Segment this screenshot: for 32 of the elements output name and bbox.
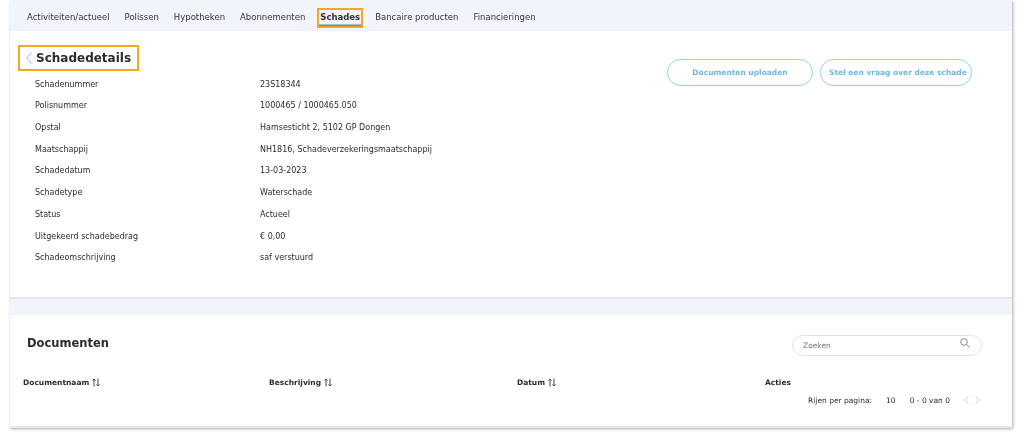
field-label: Schadeomschrijving [35, 253, 117, 263]
sort-icon[interactable] [548, 377, 557, 387]
field-label: Schadetype [35, 188, 84, 198]
field-value: Actueel [260, 209, 290, 219]
field-value: NH1816, Schadeverzekeringsmaatschappij [260, 144, 432, 154]
field-value: € 0,00 [260, 231, 286, 241]
field-value: Hamsesticht 2, 5102 GP Dongen [260, 123, 391, 133]
back-icon[interactable] [26, 52, 32, 65]
sort-icon[interactable] [324, 377, 333, 387]
nav-tab[interactable]: Activiteiten/actueel [24, 8, 113, 28]
section-title: Documenten [27, 336, 109, 351]
nav-tab[interactable]: Financieringen [470, 8, 539, 28]
field-label: Status [35, 209, 62, 219]
nav-tab[interactable]: Polissen [121, 8, 162, 28]
field-label: Uitgekeerd schadebedrag [35, 231, 140, 241]
nav-tab[interactable]: Hypotheken [170, 8, 229, 28]
field-value: saf verstuurd [260, 253, 314, 263]
field-label: Schadenummer [35, 79, 100, 89]
field-value: 1000465 / 1000465.050 [260, 101, 357, 111]
nav-tab[interactable]: Abonnementen [237, 8, 309, 28]
field-value: 23S18344 [260, 79, 301, 89]
page-title: Schadedetails [18, 45, 140, 72]
field-value: Waterschade [260, 188, 313, 198]
field-label: Opstal [35, 123, 62, 133]
nav-tab[interactable]: Bancaire producten [372, 8, 462, 28]
field-label: Polisnummer [35, 101, 88, 111]
search-icon[interactable] [960, 338, 970, 349]
field-label: Maatschappij [35, 144, 89, 154]
nav-tab[interactable]: Schades [317, 8, 364, 28]
sort-icon[interactable] [92, 377, 101, 387]
field-value: 13-03-2023 [260, 166, 307, 176]
field-label: Schadedatum [35, 166, 92, 176]
